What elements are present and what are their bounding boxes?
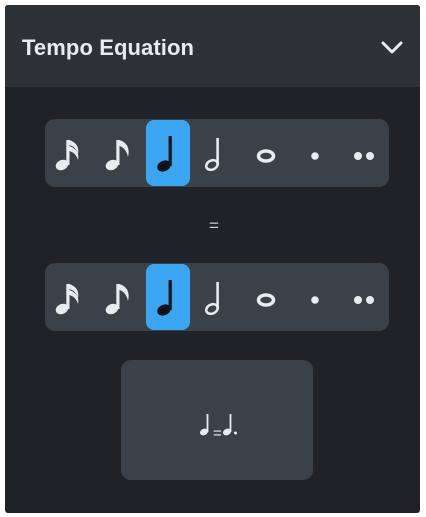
half-note-icon — [204, 282, 220, 316]
whole-note-icon — [256, 293, 276, 307]
chevron-down-icon[interactable] — [381, 41, 403, 55]
dotted-quarter-note-icon — [222, 414, 237, 436]
panel-header[interactable]: Tempo Equation — [5, 5, 420, 87]
half-note-icon — [204, 138, 220, 172]
whole-note-button[interactable] — [244, 264, 288, 330]
sixteenth-note-button[interactable] — [48, 264, 92, 330]
sixteenth-note-icon — [55, 284, 79, 315]
whole-note-button[interactable] — [244, 120, 288, 186]
eighth-note-button[interactable] — [97, 120, 141, 186]
equation-operator: = — [213, 425, 222, 442]
quarter-note-icon — [157, 136, 172, 172]
half-note-button[interactable] — [195, 120, 239, 186]
equals-sign: = — [209, 216, 219, 235]
double-dot-icon — [354, 152, 374, 160]
whole-note-icon — [256, 149, 276, 163]
dot-button[interactable] — [293, 120, 337, 186]
eighth-note-icon — [105, 140, 129, 171]
left-note-value-selector — [45, 119, 389, 187]
dot-button[interactable] — [293, 264, 337, 330]
tempo-equation-panel: Tempo Equation = = — [5, 5, 420, 513]
double-dot-button[interactable] — [342, 120, 386, 186]
half-note-button[interactable] — [195, 264, 239, 330]
quarter-note-icon — [199, 414, 209, 436]
quarter-note-icon — [157, 280, 172, 316]
sixteenth-note-icon — [55, 140, 79, 171]
quarter-note-button[interactable] — [146, 264, 190, 330]
dot-icon — [311, 152, 319, 160]
quarter-note-button[interactable] — [146, 120, 190, 186]
double-dot-button[interactable] — [342, 264, 386, 330]
right-note-value-selector — [45, 263, 389, 331]
dot-icon — [311, 296, 319, 304]
eighth-note-icon — [105, 284, 129, 315]
sixteenth-note-button[interactable] — [48, 120, 92, 186]
panel-title: Tempo Equation — [22, 35, 195, 60]
eighth-note-button[interactable] — [97, 264, 141, 330]
tempo-equation-preview: = — [121, 360, 313, 480]
double-dot-icon — [354, 296, 374, 304]
